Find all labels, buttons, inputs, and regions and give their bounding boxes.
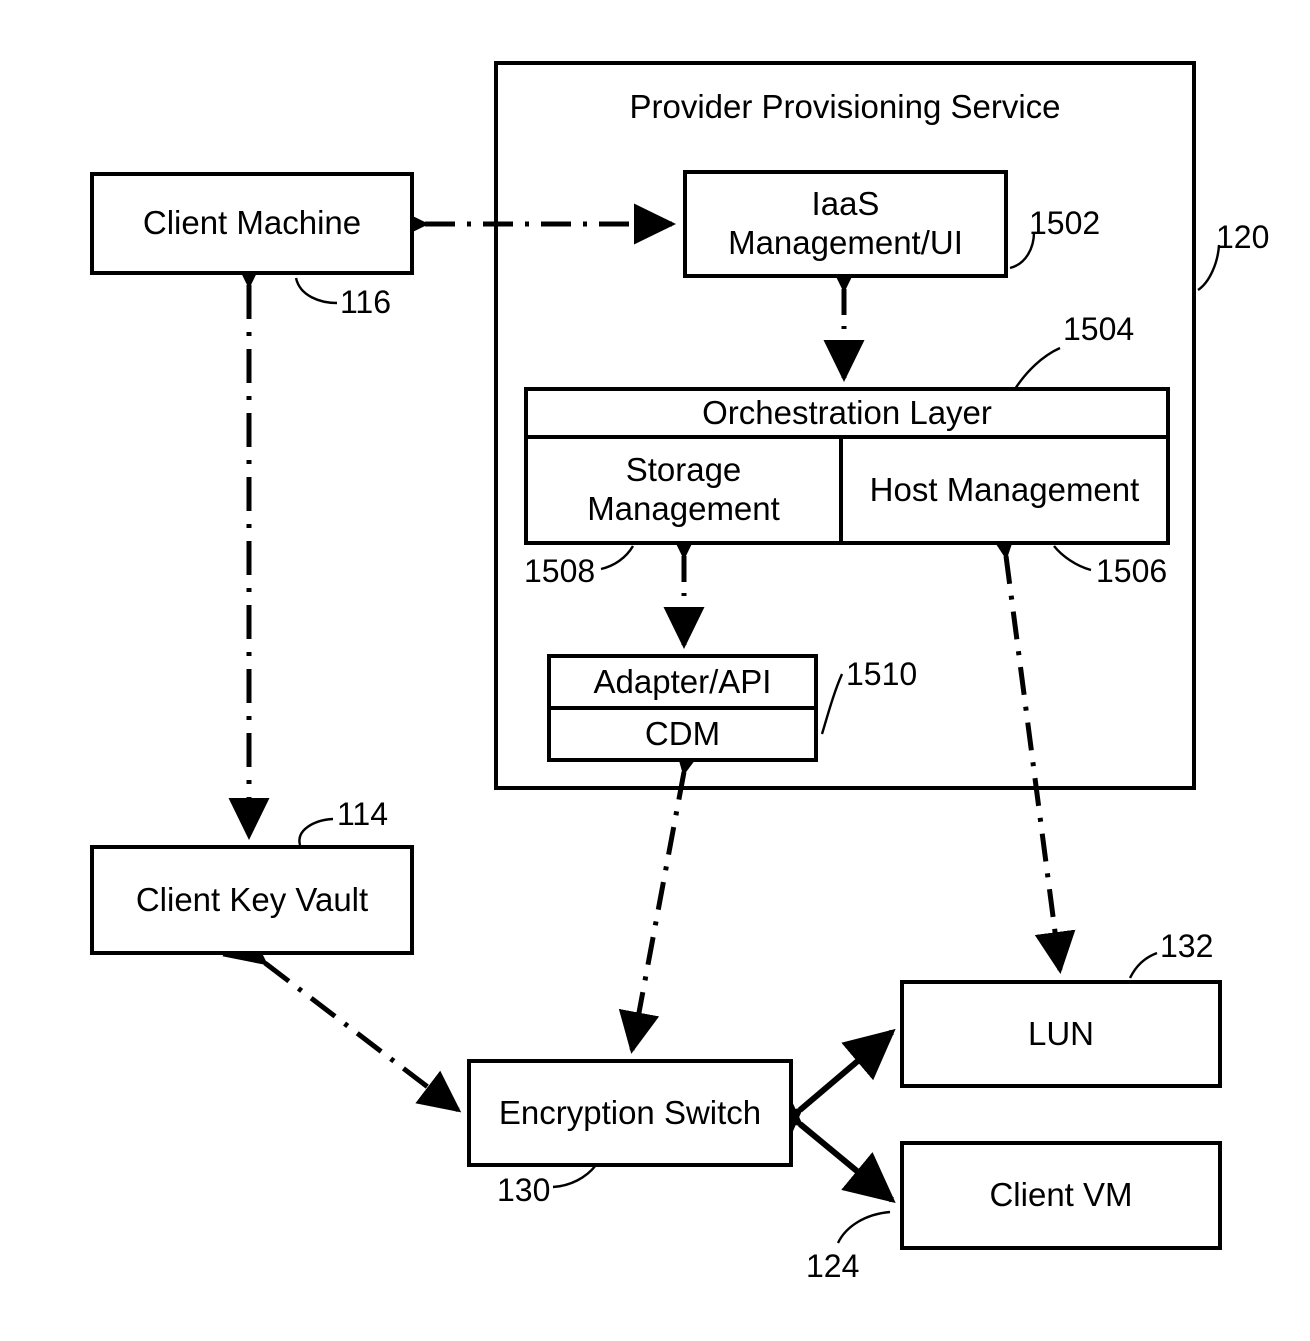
leader-124: [836, 1210, 891, 1244]
node-client-machine[interactable]: Client Machine: [90, 172, 414, 275]
client-machine-label: Client Machine: [142, 204, 362, 242]
storage-management-label-line1: Storage: [625, 451, 742, 489]
node-lun[interactable]: LUN: [900, 980, 1222, 1088]
leader-132: [1128, 951, 1158, 979]
orchestration-layer-header: Orchestration Layer: [528, 391, 1166, 439]
leader-130: [552, 1164, 597, 1189]
node-storage-management[interactable]: Storage Management: [528, 439, 843, 541]
connector-encryption-switch-to-client-vm: [749, 1075, 896, 1204]
node-encryption-switch[interactable]: Encryption Switch: [467, 1059, 793, 1167]
node-client-vm[interactable]: Client VM: [900, 1141, 1222, 1250]
ref-130: 130: [497, 1172, 551, 1208]
leader-116: [294, 277, 338, 305]
node-cdm[interactable]: CDM: [551, 710, 814, 758]
node-iaas-management-ui[interactable]: IaaS Management/UI: [683, 170, 1008, 278]
ref-120: 120: [1216, 219, 1270, 255]
connector-encryption-switch-to-lun: [749, 1028, 896, 1159]
ref-132: 132: [1160, 928, 1214, 964]
provider-provisioning-service-title: Provider Provisioning Service: [629, 88, 1061, 125]
ref-1510: 1510: [846, 656, 918, 692]
client-vm-label: Client VM: [989, 1176, 1133, 1214]
node-host-management[interactable]: Host Management: [843, 439, 1166, 541]
encryption-switch-label: Encryption Switch: [498, 1093, 762, 1131]
ref-1506: 1506: [1096, 553, 1168, 589]
node-client-key-vault[interactable]: Client Key Vault: [90, 845, 414, 955]
connector-adapter-to-encryption-switch: [618, 730, 712, 1054]
cdm-label: CDM: [644, 714, 721, 752]
lun-label: LUN: [1027, 1014, 1095, 1052]
ref-124: 124: [806, 1248, 860, 1284]
storage-management-label-line2: Management: [587, 490, 780, 527]
leader-114: [298, 817, 334, 846]
iaas-label-line2: Management/UI: [728, 224, 963, 261]
adapter-api-header: Adapter/API: [551, 658, 814, 710]
host-management-label: Host Management: [869, 470, 1140, 508]
client-key-vault-label: Client Key Vault: [135, 880, 369, 918]
iaas-label-line1: IaaS: [811, 185, 880, 223]
ref-1504: 1504: [1063, 311, 1135, 347]
ref-116: 116: [340, 284, 392, 320]
node-adapter-api[interactable]: Adapter/API CDM: [547, 654, 818, 762]
ref-114: 114: [337, 796, 389, 832]
ref-1508: 1508: [524, 553, 596, 589]
figure-canvas: Provider Provisioning Service 120 Client…: [0, 0, 1310, 1341]
ref-1502: 1502: [1029, 205, 1101, 241]
node-orchestration-layer[interactable]: Orchestration Layer Storage Management H…: [524, 387, 1170, 545]
connector-client-key-vault-to-encryption-switch: [222, 923, 462, 1113]
